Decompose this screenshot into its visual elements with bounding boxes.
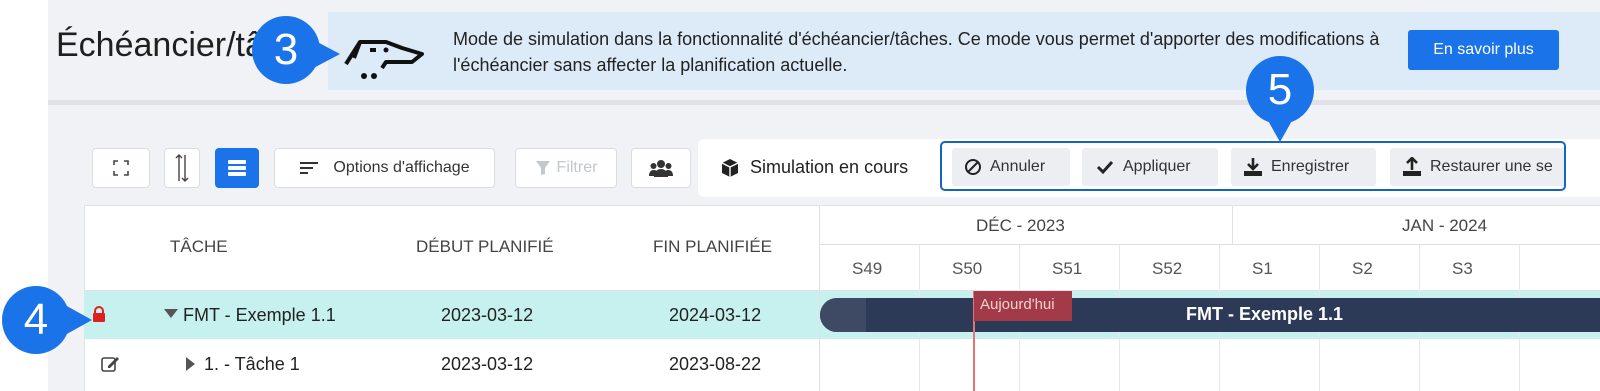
month-label: DÉC - 2023 [976, 216, 1065, 235]
save-label: Enregistrer [1271, 158, 1350, 175]
callout-number: 4 [23, 295, 49, 344]
users-icon [649, 160, 673, 177]
timeline-header-rule [820, 244, 1600, 245]
ban-icon [965, 159, 981, 175]
fullscreen-button[interactable] [92, 148, 150, 188]
callout-badge-5: 5 [1246, 56, 1314, 142]
week-label: S3 [1452, 259, 1473, 278]
simulation-actions-group: Annuler Appliquer Enregistrer Restaurer … [940, 141, 1566, 191]
column-header-planned-end[interactable]: FIN PLANIFIÉE [653, 237, 772, 257]
display-options-label: Options d'affichage [333, 159, 470, 176]
task-name[interactable]: FMT - Exemple 1.1 [183, 305, 336, 326]
callout-number: 5 [1267, 65, 1293, 114]
filter-button[interactable]: Filtrer [515, 148, 617, 188]
week-label: S51 [1052, 259, 1083, 278]
week-label: S49 [852, 259, 883, 278]
restore-button[interactable]: Restaurer une se [1390, 148, 1564, 186]
task-start-date: 2023-03-12 [441, 305, 534, 325]
display-options-button[interactable]: Options d'affichage [274, 148, 495, 188]
gantt-bar-progress [820, 298, 866, 332]
lines-icon [300, 162, 319, 174]
fullscreen-icon [113, 160, 129, 176]
week-label: S50 [952, 259, 983, 278]
callout-badge-3: 3 [252, 16, 340, 84]
week-label: S2 [1352, 259, 1373, 278]
month-label: JAN - 2024 [1402, 216, 1488, 235]
restore-label: Restaurer une se [1430, 158, 1553, 175]
cancel-label: Annuler [990, 158, 1046, 175]
gantt-bar-label: FMT - Exemple 1.1 [1186, 304, 1344, 324]
save-button[interactable]: Enregistrer [1231, 148, 1376, 186]
cancel-button[interactable]: Annuler [952, 148, 1070, 186]
task-start-date: 2023-03-12 [441, 354, 534, 374]
apply-button[interactable]: Appliquer [1082, 148, 1218, 186]
caret-right-icon[interactable] [186, 357, 196, 371]
simulation-status-label: Simulation en cours [750, 157, 909, 177]
vertical-arrows-icon [175, 154, 189, 182]
filter-icon [535, 161, 550, 175]
week-label: S1 [1252, 259, 1273, 278]
week-label: S52 [1152, 259, 1183, 278]
simulation-info-banner: Mode de simulation dans la fonctionnalit… [328, 12, 1600, 90]
column-header-task[interactable]: TÂCHE [170, 237, 228, 257]
page-title: Échéancier/tâ [56, 26, 264, 64]
caret-down-icon[interactable] [164, 309, 178, 319]
task-end-date: 2023-08-22 [669, 354, 762, 374]
banner-message: Mode de simulation dans la fonctionnalit… [453, 29, 1380, 75]
download-icon [1244, 158, 1262, 176]
cube-icon [721, 159, 739, 177]
upload-icon [1403, 157, 1421, 176]
edit-icon[interactable] [101, 355, 121, 373]
list-view-icon [228, 160, 246, 176]
filter-label: Filtrer [556, 159, 598, 176]
column-header-planned-start[interactable]: DÉBUT PLANIFIÉ [416, 237, 554, 257]
today-label: Aujourd'hui [974, 291, 1072, 321]
task-end-date: 2024-03-12 [669, 305, 762, 325]
timeline-divider [819, 205, 820, 391]
list-view-button[interactable] [215, 148, 259, 188]
expand-rows-button[interactable] [164, 148, 200, 188]
team-button[interactable] [631, 148, 691, 188]
callout-number: 3 [273, 25, 299, 74]
apply-label: Appliquer [1123, 158, 1191, 175]
month-divider [1232, 205, 1233, 245]
lock-icon [93, 306, 105, 322]
task-name[interactable]: 1. - Tâche 1 [204, 354, 300, 375]
learn-more-button[interactable]: En savoir plus [1408, 30, 1559, 70]
callout-pointer [56, 300, 92, 340]
callout-badge-4: 4 [2, 286, 92, 354]
dog-simulation-icon [344, 40, 424, 79]
callout-pointer [306, 36, 340, 72]
check-icon [1096, 160, 1114, 175]
header-bottom-rule [84, 290, 1600, 291]
